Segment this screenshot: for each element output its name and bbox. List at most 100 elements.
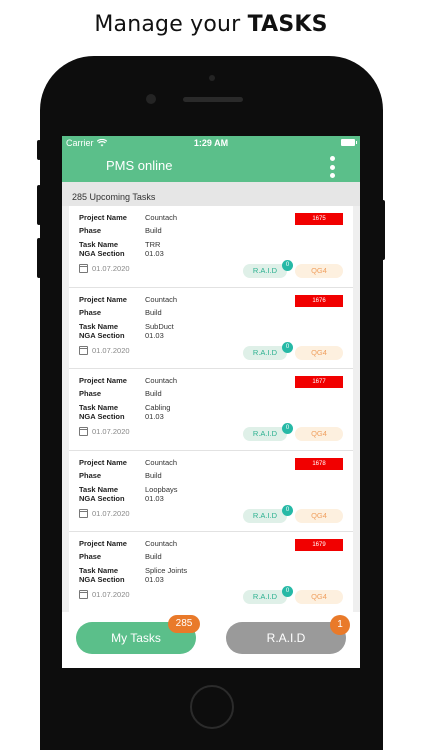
raid-pill[interactable]: R.A.I.D bbox=[243, 345, 287, 360]
nga-section-label: NGA Section bbox=[79, 330, 125, 340]
qg-pill[interactable]: QG4 bbox=[295, 427, 343, 441]
app-store-screenshot: Manage your TASKS Carrier 1:29 AM PMS on… bbox=[0, 0, 422, 750]
my-tasks-count-badge: 285 bbox=[168, 615, 200, 633]
task-id-badge: 1677 bbox=[295, 376, 343, 388]
phase-row: Phase Build bbox=[79, 308, 279, 317]
project-name-label: Project Name bbox=[79, 457, 127, 467]
raid-pill[interactable]: R.A.I.D bbox=[243, 427, 287, 441]
raid-pill[interactable]: R.A.I.D bbox=[243, 590, 287, 604]
calendar-icon bbox=[79, 345, 88, 355]
headline: Manage your TASKS bbox=[0, 12, 422, 37]
project-name-value: Countach bbox=[145, 539, 178, 548]
task-card[interactable]: Project Name Countach Phase Build Task N… bbox=[69, 532, 353, 614]
phase-row: Phase Build bbox=[79, 552, 279, 561]
nga-section-value: 01.03 bbox=[145, 412, 164, 421]
section-row: NGA Section 01.03 bbox=[79, 575, 279, 584]
task-id-badge: 1678 bbox=[295, 457, 343, 470]
raid-pill[interactable]: R.A.I.D bbox=[243, 508, 287, 523]
raid-pill[interactable]: R.A.I.D bbox=[243, 264, 287, 278]
raid-pill-count: 0 bbox=[282, 341, 293, 353]
front-camera bbox=[146, 94, 156, 104]
task-date: 01.07.2020 bbox=[79, 345, 130, 355]
project-row: Project Name Countach bbox=[79, 295, 279, 304]
task-date: 01.07.2020 bbox=[79, 590, 130, 599]
project-row: Project Name Countach bbox=[79, 213, 279, 222]
status-bar: Carrier 1:29 AM bbox=[62, 136, 360, 150]
earpiece-speaker bbox=[183, 97, 243, 102]
phase-label: Phase bbox=[79, 552, 102, 561]
app-bar: PMS online bbox=[62, 150, 360, 182]
calendar-icon bbox=[79, 264, 88, 273]
home-button[interactable] bbox=[190, 685, 234, 729]
project-name-value: Countach bbox=[145, 294, 178, 304]
task-date-value: 01.07.2020 bbox=[92, 427, 130, 436]
task-row: Task Name Cabling bbox=[79, 403, 279, 412]
task-name-value: Splice Joints bbox=[145, 566, 188, 575]
nga-section-label: NGA Section bbox=[79, 412, 125, 421]
bottom-bar: My Tasks 285 R.A.I.D 1 bbox=[62, 612, 360, 668]
nga-section-label: NGA Section bbox=[79, 493, 125, 503]
app-title: PMS online bbox=[106, 158, 173, 173]
phase-value: Build bbox=[145, 389, 162, 398]
section-row: NGA Section 01.03 bbox=[79, 412, 279, 421]
phase-label: Phase bbox=[79, 307, 102, 317]
task-card[interactable]: Project Name Countach Phase Build Task N… bbox=[69, 206, 353, 288]
raid-pill-count: 0 bbox=[282, 423, 293, 434]
task-name-value: Cabling bbox=[145, 403, 171, 412]
project-name-label: Project Name bbox=[79, 539, 127, 548]
battery-icon bbox=[341, 139, 357, 146]
phase-label: Phase bbox=[79, 470, 102, 480]
nga-section-label: NGA Section bbox=[79, 575, 125, 584]
task-card[interactable]: Project Name Countach Phase Build Task N… bbox=[69, 287, 353, 369]
task-row: Task Name TRR bbox=[79, 240, 279, 249]
project-name-label: Project Name bbox=[79, 376, 127, 385]
status-time: 1:29 AM bbox=[193, 138, 229, 148]
raid-pill-count: 0 bbox=[282, 504, 293, 516]
nga-section-value: 01.03 bbox=[145, 493, 164, 503]
sensor bbox=[209, 75, 215, 81]
task-name-label: Task Name bbox=[79, 240, 119, 249]
project-name-label: Project Name bbox=[79, 294, 127, 304]
nga-section-value: 01.03 bbox=[145, 249, 164, 258]
nga-section-label: NGA Section bbox=[79, 249, 125, 258]
task-date-value: 01.07.2020 bbox=[92, 590, 130, 599]
task-name-value: Loopbays bbox=[145, 484, 178, 494]
qg-pill[interactable]: QG4 bbox=[295, 345, 343, 360]
task-name-label: Task Name bbox=[79, 403, 119, 412]
task-date: 01.07.2020 bbox=[79, 264, 130, 273]
phase-label: Phase bbox=[79, 389, 102, 398]
qg-pill[interactable]: QG4 bbox=[295, 508, 343, 523]
qg-pill[interactable]: QG4 bbox=[295, 590, 343, 604]
calendar-icon bbox=[79, 427, 88, 436]
project-row: Project Name Countach bbox=[79, 458, 279, 467]
project-row: Project Name Countach bbox=[79, 539, 279, 548]
task-name-label: Task Name bbox=[79, 566, 119, 575]
project-name-value: Countach bbox=[145, 457, 178, 467]
raid-button[interactable]: R.A.I.D bbox=[226, 622, 346, 654]
phase-value: Build bbox=[145, 307, 162, 317]
project-name-value: Countach bbox=[145, 213, 178, 222]
task-card[interactable]: Project Name Countach Phase Build Task N… bbox=[69, 369, 353, 451]
section-row: NGA Section 01.03 bbox=[79, 494, 279, 503]
raid-pill-count: 0 bbox=[282, 260, 293, 271]
task-list[interactable]: Project Name Countach Phase Build Task N… bbox=[62, 206, 360, 614]
task-id-badge: 1676 bbox=[295, 294, 343, 307]
nga-section-value: 01.03 bbox=[145, 330, 164, 340]
phase-row: Phase Build bbox=[79, 389, 279, 398]
task-date-value: 01.07.2020 bbox=[92, 264, 130, 273]
task-row: Task Name Loopbays bbox=[79, 485, 279, 494]
kebab-menu-icon[interactable] bbox=[328, 156, 336, 178]
phase-value: Build bbox=[145, 226, 162, 235]
phase-row: Phase Build bbox=[79, 226, 279, 235]
raid-pill-count: 0 bbox=[282, 586, 293, 597]
task-date-value: 01.07.2020 bbox=[92, 345, 130, 355]
task-date-value: 01.07.2020 bbox=[92, 508, 130, 518]
upcoming-count: 285 Upcoming Tasks bbox=[62, 182, 360, 206]
qg-pill[interactable]: QG4 bbox=[295, 264, 343, 278]
task-name-label: Task Name bbox=[79, 484, 119, 494]
task-card[interactable]: Project Name Countach Phase Build Task N… bbox=[69, 450, 353, 532]
app-screen: Carrier 1:29 AM PMS online 285 Upcoming … bbox=[62, 136, 360, 668]
task-date: 01.07.2020 bbox=[79, 427, 130, 436]
task-date: 01.07.2020 bbox=[79, 508, 130, 518]
phase-value: Build bbox=[145, 470, 162, 480]
